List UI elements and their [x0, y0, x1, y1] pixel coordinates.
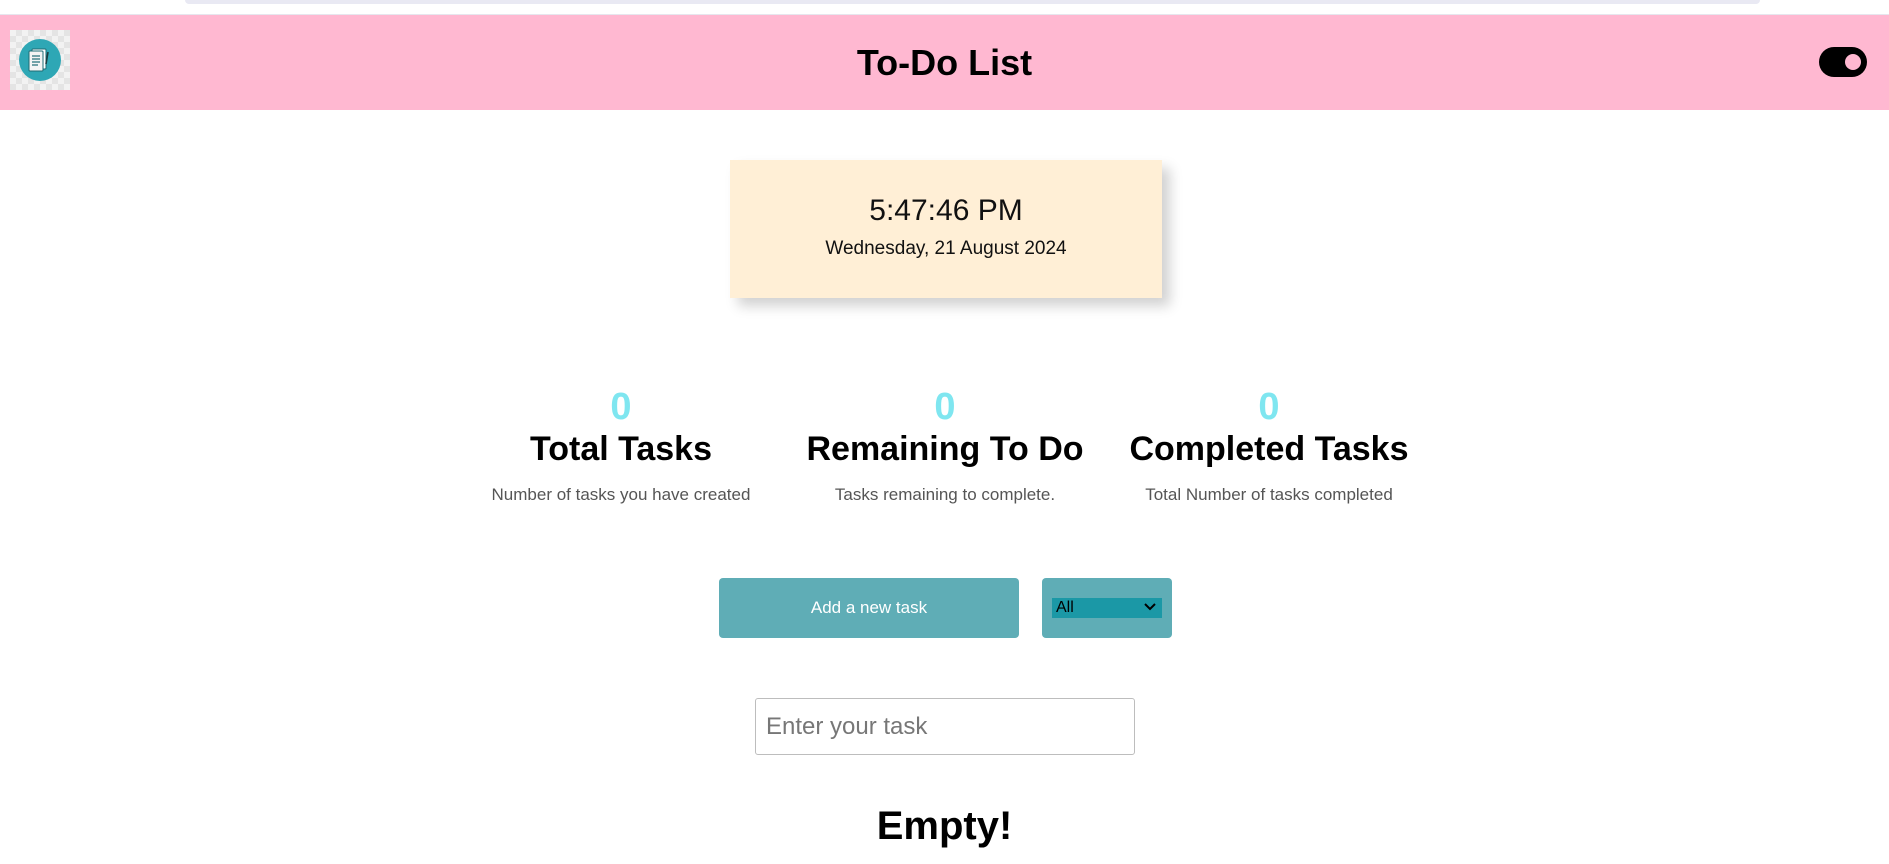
filter-container: All: [1042, 578, 1172, 638]
stat-count: 0: [1258, 386, 1280, 428]
stat-completed-tasks: 0 Completed Tasks Total Number of tasks …: [1104, 385, 1434, 505]
clock-date: Wednesday, 21 August 2024: [825, 238, 1067, 259]
clock-card: 5:47:46 PM Wednesday, 21 August 2024: [730, 160, 1162, 298]
add-task-button[interactable]: Add a new task: [719, 578, 1019, 638]
app-header: To-Do List: [0, 15, 1889, 110]
stat-description: Number of tasks you have created: [491, 485, 751, 504]
toggle-knob: [1845, 54, 1861, 70]
chevron-down-icon: [1144, 603, 1156, 611]
task-input[interactable]: [755, 698, 1135, 755]
stat-count: 0: [610, 386, 632, 428]
stat-total-tasks: 0 Total Tasks Number of tasks you have c…: [456, 385, 786, 505]
app-logo[interactable]: [10, 30, 70, 90]
notebook-icon: [19, 39, 61, 81]
address-bar-edge: [185, 0, 1760, 4]
stat-description: Total Number of tasks completed: [1145, 485, 1393, 504]
empty-list-message: Empty!: [876, 804, 1013, 848]
app-title: To-Do List: [856, 42, 1033, 83]
browser-top-strip: [0, 0, 1889, 15]
stat-title: Completed Tasks: [1129, 430, 1409, 468]
stat-description: Tasks remaining to complete.: [834, 485, 1056, 504]
theme-toggle[interactable]: [1819, 47, 1867, 77]
clock-time: 5:47:46 PM: [869, 194, 1023, 227]
filter-select[interactable]: All: [1052, 598, 1162, 618]
filter-selected-value: All: [1056, 599, 1074, 616]
stat-remaining-tasks: 0 Remaining To Do Tasks remaining to com…: [780, 385, 1110, 505]
stat-title: Remaining To Do: [806, 430, 1084, 468]
stat-count: 0: [934, 386, 956, 428]
stat-title: Total Tasks: [529, 430, 713, 468]
